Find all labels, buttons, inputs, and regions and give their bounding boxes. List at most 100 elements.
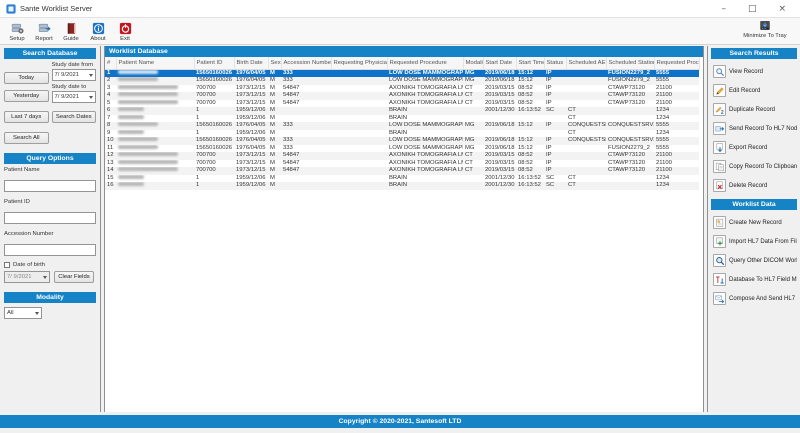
- patient-name-redacted: [118, 77, 158, 81]
- study-date-to-picker[interactable]: 7/ 9/2021: [52, 91, 97, 103]
- delete-record-icon: [713, 179, 726, 192]
- table-row[interactable]: 10156501600261976/04/05M333LOW DOSE MAMM…: [105, 137, 699, 145]
- compose-hl7-icon: [713, 292, 726, 305]
- column-header[interactable]: Birth Date: [234, 57, 268, 69]
- duplicate-record-button[interactable]: 2Duplicate Record: [711, 100, 797, 119]
- guide-icon: [65, 22, 78, 35]
- main-area: Search Database Today Yesterday Last 7 d…: [0, 46, 800, 412]
- minimize-icon[interactable]: –: [721, 0, 726, 18]
- about-icon: [92, 22, 105, 35]
- table-row[interactable]: 11156501600261976/04/05M333LOW DOSE MAMM…: [105, 145, 699, 153]
- patient-name-redacted: [118, 100, 178, 104]
- search-dates-button[interactable]: Search Dates: [52, 111, 97, 123]
- date-of-birth-picker[interactable]: 7/ 9/2021: [4, 271, 50, 283]
- column-header[interactable]: #: [105, 57, 116, 69]
- study-date-from-label: Study date from: [52, 62, 97, 68]
- send-record-to-hl7-node-button[interactable]: Send Record To HL7 Node: [711, 119, 797, 138]
- patient-name-redacted: [118, 107, 144, 111]
- accession-number-input[interactable]: [4, 244, 96, 256]
- patient-name-redacted: [118, 85, 178, 89]
- table-row[interactable]: 147007001973/12/15M54847AXONIKH TOMOGRAF…: [105, 167, 699, 175]
- table-row[interactable]: 711959/12/06MBRAINCT1234: [105, 115, 699, 123]
- view-record-button[interactable]: View Record: [711, 62, 797, 81]
- compose-and-send-hl7-message-button[interactable]: Compose And Send HL7 Message: [711, 289, 797, 308]
- database-to-hl7-field-mapping-button[interactable]: Database To HL7 Field Mapping: [711, 270, 797, 289]
- column-header[interactable]: Scheduled Station Name: [606, 57, 654, 69]
- worklist-data-header: Worklist Data: [711, 199, 797, 210]
- column-header[interactable]: Requesting Physician: [331, 57, 387, 69]
- toolbar-report-button[interactable]: Report: [32, 21, 56, 42]
- column-header[interactable]: Patient Name: [116, 57, 194, 69]
- column-header[interactable]: Start Date: [483, 57, 516, 69]
- table-row[interactable]: 1611959/12/06MBRAIN2001/12/3016:13:52SCC…: [105, 182, 699, 190]
- column-header[interactable]: Accession Number: [281, 57, 331, 69]
- column-header[interactable]: Patient ID: [194, 57, 234, 69]
- view-record-icon: [713, 65, 726, 78]
- column-header[interactable]: Status: [544, 57, 566, 69]
- duplicate-record-icon: 2: [713, 103, 726, 116]
- edit-record-button[interactable]: Edit Record: [711, 81, 797, 100]
- table-row[interactable]: 127007001973/12/15M54847AXONIKH TOMOGRAF…: [105, 152, 699, 160]
- maximize-icon[interactable]: □: [748, 0, 757, 18]
- table-row[interactable]: 57007001973/12/15M54847AXONIKH TOMOGRAFI…: [105, 100, 699, 108]
- table-row[interactable]: 1156501600261976/04/05M333LOW DOSE MAMMO…: [105, 69, 699, 77]
- import-hl7-icon: [713, 235, 726, 248]
- minimize-to-tray-button[interactable]: Minimize To Tray: [736, 20, 794, 39]
- worklist-body: 1156501600261976/04/05M333LOW DOSE MAMMO…: [105, 69, 699, 190]
- search-results-header: Search Results: [711, 48, 797, 59]
- patient-name-input[interactable]: [4, 180, 96, 192]
- column-header[interactable]: Scheduled AE Title: [566, 57, 606, 69]
- edit-record-icon: [713, 84, 726, 97]
- worklist-panel: Worklist Database #Patient NamePatient I…: [104, 46, 704, 412]
- table-row[interactable]: 611959/12/06MBRAIN2001/12/3016:13:52SCCT…: [105, 107, 699, 115]
- column-header[interactable]: Requested Procedure: [387, 57, 463, 69]
- column-header[interactable]: Start Time: [516, 57, 544, 69]
- chevron-down-icon: [35, 312, 39, 315]
- search-results-list: View RecordEdit Record2Duplicate RecordS…: [711, 62, 797, 195]
- copy-record-to-clipboard-button[interactable]: Copy Record To Clipboard: [711, 157, 797, 176]
- toolbar: SetupReportGuideAboutExit Minimize To Tr…: [0, 18, 800, 45]
- modality-select[interactable]: All: [4, 307, 42, 319]
- yesterday-button[interactable]: Yesterday: [4, 90, 49, 102]
- patient-name-label: Patient Name: [4, 167, 96, 173]
- window-controls: – □ ×: [721, 0, 794, 18]
- patient-name-redacted: [118, 167, 178, 171]
- table-row[interactable]: 1511959/12/06MBRAIN2001/12/3016:13:52SCC…: [105, 175, 699, 183]
- patient-name-redacted: [118, 92, 178, 96]
- table-row[interactable]: 911959/12/06MBRAINCT1234: [105, 130, 699, 138]
- last-7-days-button[interactable]: Last 7 days: [4, 111, 49, 123]
- patient-name-redacted: [118, 160, 178, 164]
- table-row[interactable]: 137007001973/12/15M54847AXONIKH TOMOGRAF…: [105, 160, 699, 168]
- today-button[interactable]: Today: [4, 72, 49, 84]
- delete-record-button[interactable]: Delete Record: [711, 176, 797, 195]
- close-icon[interactable]: ×: [778, 0, 786, 18]
- table-row[interactable]: 8156501600261976/04/05M333LOW DOSE MAMMO…: [105, 122, 699, 130]
- table-row[interactable]: 37007001973/12/15M54847AXONIKH TOMOGRAFI…: [105, 85, 699, 93]
- patient-id-input[interactable]: [4, 212, 96, 224]
- export-record-button[interactable]: Export Record: [711, 138, 797, 157]
- column-header[interactable]: Modality: [463, 57, 483, 69]
- column-header[interactable]: Sex: [268, 57, 281, 69]
- date-of-birth-checkbox[interactable]: [4, 262, 10, 268]
- search-all-button[interactable]: Search All: [4, 132, 49, 144]
- import-hl7-data-from-file-button[interactable]: Import HL7 Data From File: [711, 232, 797, 251]
- clear-fields-button[interactable]: Clear Fields: [54, 271, 94, 283]
- create-new-record-button[interactable]: Create New Record: [711, 213, 797, 232]
- patient-name-redacted: [118, 137, 158, 141]
- query-other-dicom-worklist-button[interactable]: Query Other DICOM Worklist: [711, 251, 797, 270]
- patient-name-redacted: [118, 130, 144, 134]
- toolbar-buttons: SetupReportGuideAboutExit: [5, 21, 137, 42]
- toolbar-exit-button[interactable]: Exit: [113, 21, 137, 42]
- table-row[interactable]: 2156501600261976/04/05M333LOW DOSE MAMMO…: [105, 77, 699, 85]
- worklist-header-row: #Patient NamePatient IDBirth DateSexAcce…: [105, 57, 699, 69]
- table-row[interactable]: 47007001973/12/15M54847AXONIKH TOMOGRAFI…: [105, 92, 699, 100]
- footer-bar: Copyright © 2020-2021, Santesoft LTD: [0, 415, 800, 428]
- toolbar-setup-button[interactable]: Setup: [5, 21, 29, 42]
- toolbar-about-button[interactable]: About: [86, 21, 110, 42]
- study-date-from-picker[interactable]: 7/ 9/2021: [52, 69, 97, 81]
- column-header[interactable]: Requested Procedure ID: [654, 57, 699, 69]
- send-hl7-icon: [713, 122, 726, 135]
- toolbar-guide-button[interactable]: Guide: [59, 21, 83, 42]
- exit-icon: [119, 22, 132, 35]
- report-icon: [38, 22, 51, 35]
